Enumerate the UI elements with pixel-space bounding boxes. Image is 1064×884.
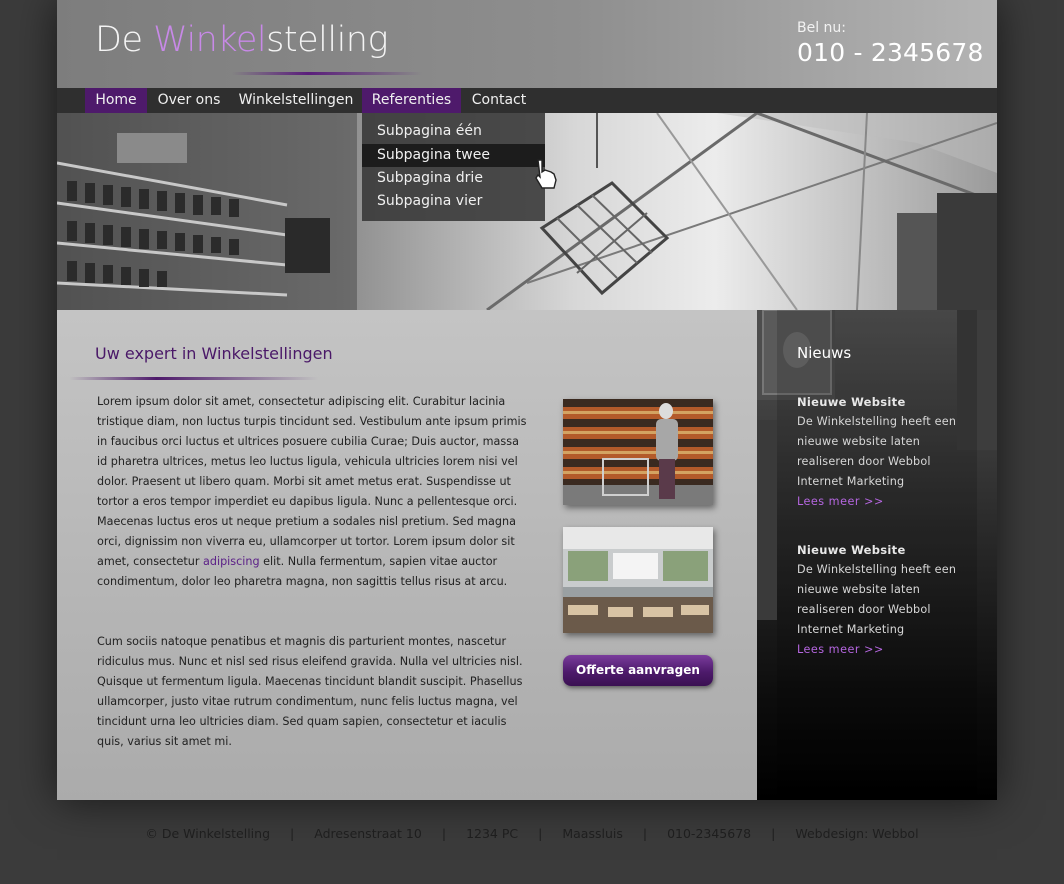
nav-item-contact[interactable]: Contact (464, 88, 534, 113)
news-item: Nieuwe Website De Winkelstelling heeft e… (797, 392, 967, 512)
news-title: Nieuws (797, 344, 852, 362)
news-item-read-more-link[interactable]: Lees meer >> (797, 640, 967, 660)
footer-separator: | (771, 826, 776, 841)
supermarket-shelves-photo (563, 399, 713, 505)
offerte-aanvragen-button[interactable]: Offerte aanvragen (563, 655, 713, 686)
logo-text-part1: De (95, 20, 154, 60)
nav-item-winkelstellingen[interactable]: Winkelstellingen (235, 88, 357, 113)
page-container: De Winkelstelling Bel nu: 010 - 2345678 … (57, 0, 997, 800)
news-item-heading: Nieuwe Website (797, 543, 906, 557)
dropdown-item-subpagina-twee[interactable]: Subpagina twee (362, 144, 545, 167)
footer-separator: | (538, 826, 543, 841)
logo-text-part2: stelling (266, 20, 388, 60)
nav-item-referenties[interactable]: Referenties (362, 88, 461, 113)
news-item-text: De Winkelstelling heeft een nieuwe websi… (797, 563, 957, 636)
footer-separator: | (290, 826, 295, 841)
title-underline-decoration (69, 377, 319, 380)
site-footer: © De Winkelstelling | Adresenstraat 10 | 123… (0, 826, 1064, 844)
phone-number: 010 - 2345678 (797, 38, 984, 67)
site-header: De Winkelstelling Bel nu: 010 - 2345678 (57, 0, 997, 88)
nav-item-over-ons[interactable]: Over ons (149, 88, 229, 113)
referenties-dropdown-menu: Subpagina één Subpagina twee Subpagina d… (362, 113, 545, 221)
footer-city: Maassluis (562, 826, 623, 841)
main-navigation: Home Over ons Winkelstellingen Referenti… (57, 88, 997, 113)
footer-webdesign-credit[interactable]: Webdesign: Webbol (795, 826, 918, 841)
intro-paragraph-text-a: Lorem ipsum dolor sit amet, consectetur … (97, 395, 527, 568)
page-title: Uw expert in Winkelstellingen (95, 344, 333, 363)
dropdown-item-subpagina-vier[interactable]: Subpagina vier (362, 190, 545, 213)
news-item: Nieuwe Website De Winkelstelling heeft e… (797, 540, 967, 660)
store-interior-photo (563, 527, 713, 633)
news-item-text: De Winkelstelling heeft een nieuwe websi… (797, 415, 957, 488)
news-item-heading: Nieuwe Website (797, 395, 906, 409)
hand-pointer-cursor-icon (535, 159, 557, 189)
phone-label: Bel nu: (797, 20, 847, 36)
footer-address: Adresenstraat 10 (314, 826, 422, 841)
footer-copyright: © De Winkelstelling (145, 826, 271, 841)
news-sidebar: Nieuws Nieuwe Website De Winkelstelling … (757, 310, 997, 800)
footer-separator: | (441, 826, 447, 841)
intro-paragraph: Lorem ipsum dolor sit amet, consectetur … (97, 392, 529, 592)
dropdown-item-subpagina-drie[interactable]: Subpagina drie (362, 167, 545, 190)
inline-link-adipiscing[interactable]: adipiscing (203, 555, 260, 568)
nav-item-home[interactable]: Home (85, 88, 147, 113)
dropdown-item-subpagina-een[interactable]: Subpagina één (362, 120, 545, 143)
footer-postcode: 1234 PC (466, 826, 519, 841)
main-content: Uw expert in Winkelstellingen Lorem ipsu… (57, 310, 757, 800)
second-paragraph: Cum sociis natoque penatibus et magnis d… (97, 635, 523, 748)
site-logo[interactable]: De Winkelstelling (95, 20, 388, 60)
logo-text-accent: Winkel (153, 20, 267, 60)
footer-phone: 010-2345678 (667, 826, 752, 841)
logo-underline-decoration (232, 72, 422, 75)
news-item-read-more-link[interactable]: Lees meer >> (797, 492, 967, 512)
footer-separator: | (642, 826, 648, 841)
